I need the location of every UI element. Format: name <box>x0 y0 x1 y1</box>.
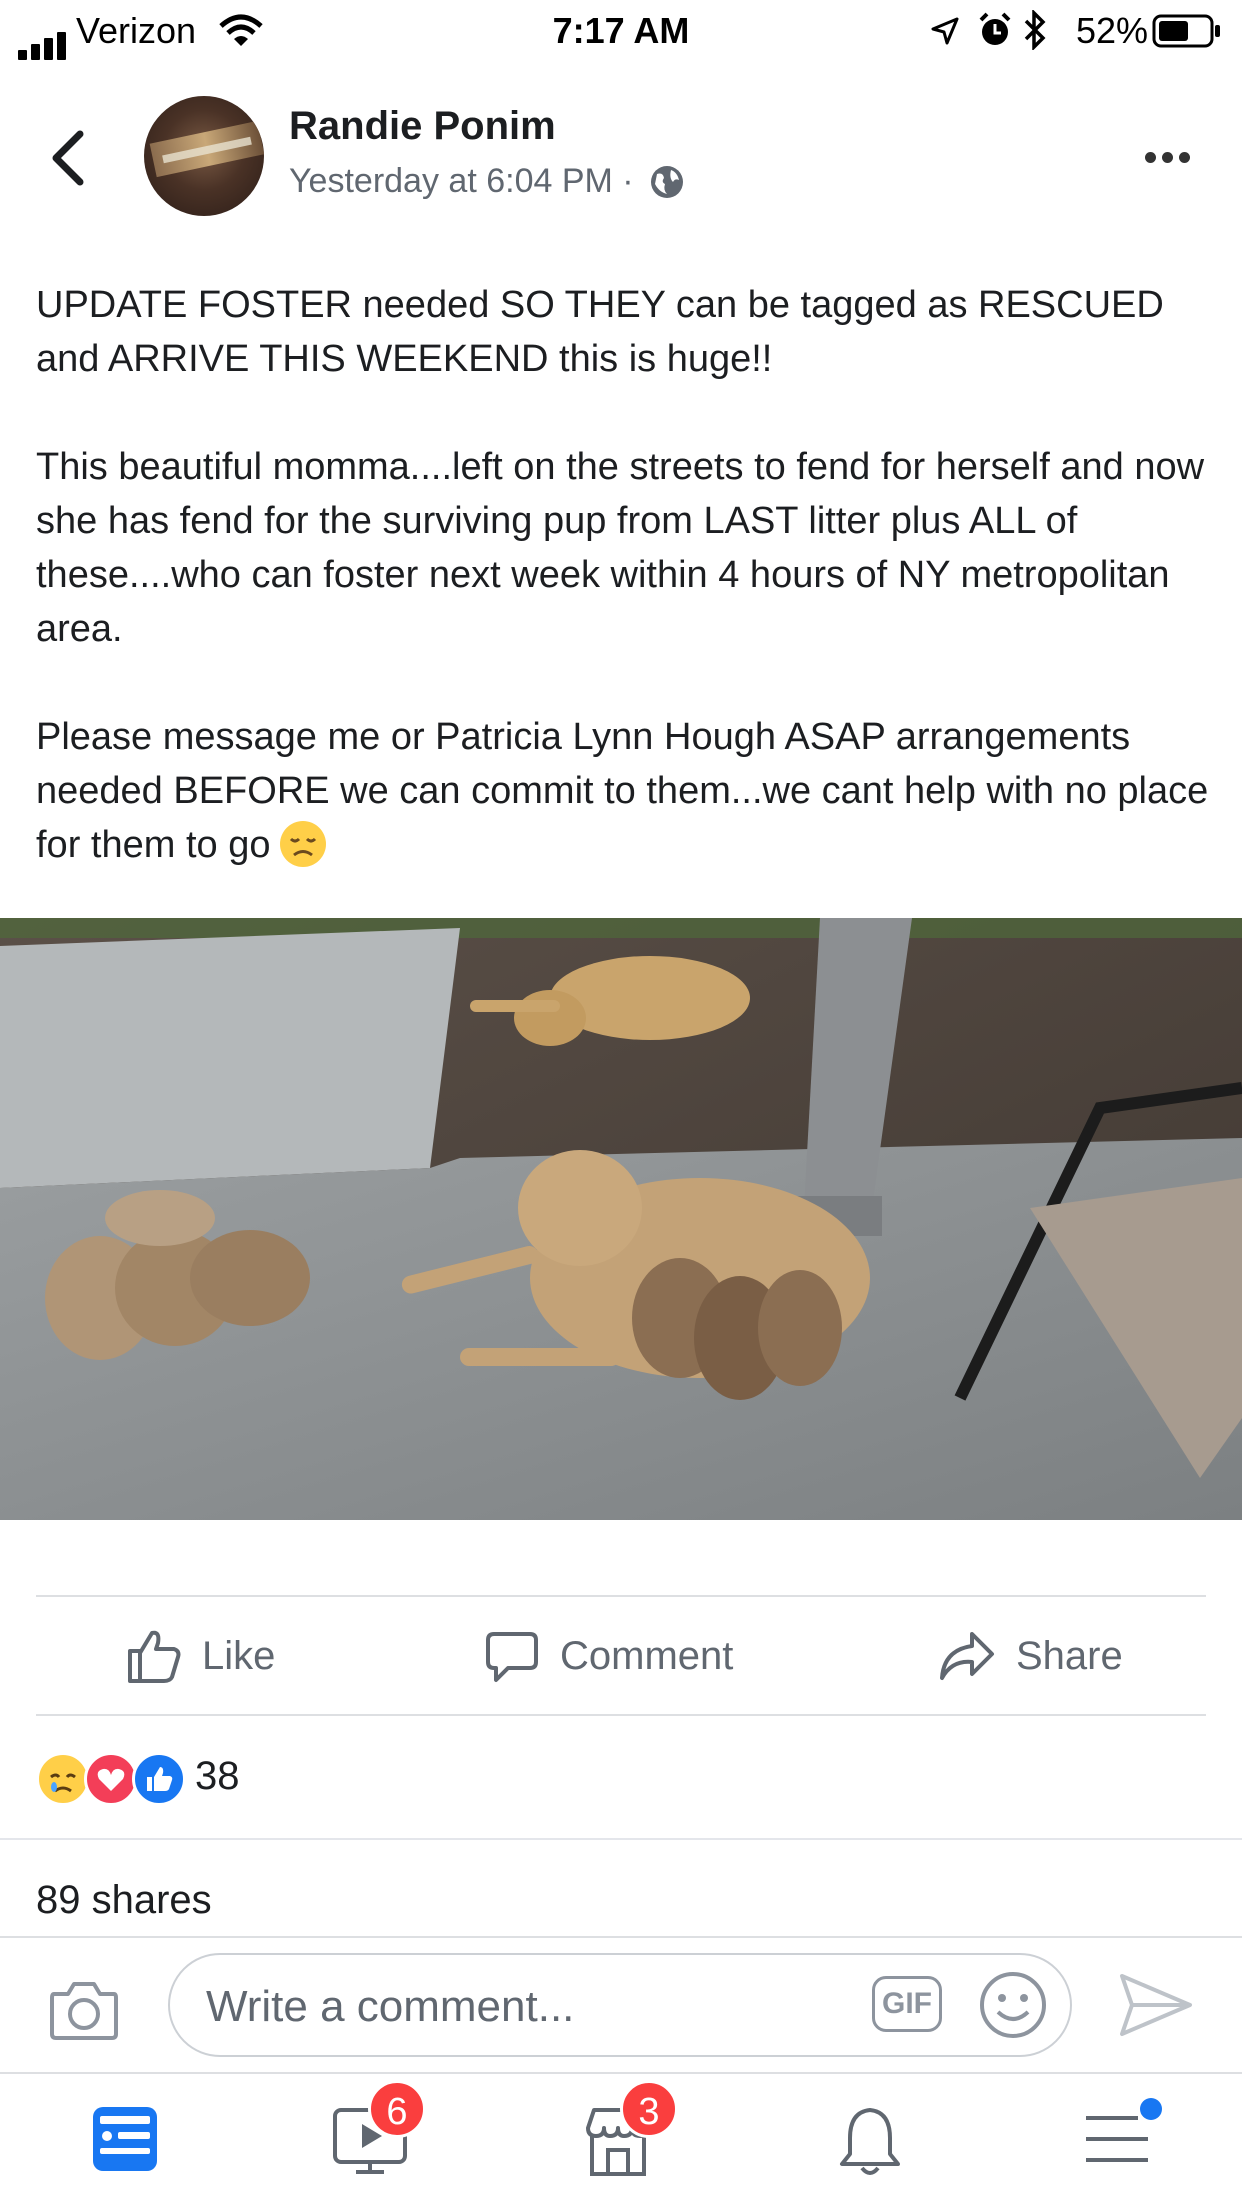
clock: 7:17 AM <box>552 10 690 51</box>
post-body: UPDATE FOSTER needed SO THEY can be tagg… <box>36 278 1216 872</box>
post-paragraph: This beautiful momma....left on the stre… <box>36 446 1205 650</box>
comment-bubble-icon <box>486 1632 538 1682</box>
share-button[interactable]: Share <box>938 1624 1123 1688</box>
author-name[interactable]: Randie Ponim <box>289 104 556 149</box>
watch-badge: 6 <box>368 2080 426 2138</box>
share-arrow-icon <box>940 1632 994 1680</box>
post-timestamp[interactable]: Yesterday at 6:04 PM · <box>289 162 685 201</box>
news-feed-icon[interactable] <box>90 2104 160 2174</box>
menu-tab[interactable] <box>1082 2098 1162 2179</box>
divider <box>0 1838 1242 1840</box>
post-paragraph: Please message me or Patricia Lynn Hough… <box>36 710 1216 872</box>
menu-notification-dot <box>1140 2098 1162 2120</box>
shares-count[interactable]: 89 shares <box>36 1878 212 1923</box>
battery-icon <box>1152 14 1220 48</box>
sad-reaction-icon <box>36 1752 90 1806</box>
love-reaction-icon <box>84 1752 138 1806</box>
post-paragraph: UPDATE FOSTER needed SO THEY can be tagg… <box>36 284 1164 380</box>
thumbs-up-icon <box>128 1630 181 1683</box>
globe-icon <box>651 166 684 198</box>
timestamp-text: Yesterday at 6:04 PM · <box>289 162 634 200</box>
divider <box>36 1714 1206 1716</box>
status-bar: Verizon 7:17 AM 52% <box>0 0 1242 62</box>
like-button[interactable]: Like <box>126 1624 275 1688</box>
like-label: Like <box>202 1633 276 1678</box>
post-paragraph-text: Please message me or Patricia Lynn Hough… <box>36 716 1209 866</box>
comment-label: Comment <box>560 1633 734 1678</box>
marketplace-tab[interactable]: 3 <box>582 2080 678 2183</box>
post-photo-image <box>0 918 1242 1520</box>
disappointed-emoji-icon <box>280 821 327 867</box>
notifications-bell-icon[interactable] <box>836 2104 904 2178</box>
divider <box>36 1595 1206 1597</box>
more-options-button[interactable] <box>1139 150 1190 168</box>
camera-icon[interactable] <box>48 1978 120 2042</box>
share-label: Share <box>1016 1633 1123 1678</box>
emoji-smiley-icon[interactable] <box>978 1970 1048 2040</box>
bluetooth-icon <box>1024 10 1046 50</box>
send-icon[interactable] <box>1118 1970 1194 2040</box>
divider <box>0 2072 1242 2074</box>
battery-percent: 52% <box>1075 10 1148 51</box>
avatar[interactable] <box>144 96 264 216</box>
gif-button[interactable]: GIF <box>872 1976 942 2032</box>
reaction-count[interactable]: 38 <box>195 1754 240 1799</box>
watch-tab[interactable]: 6 <box>332 2080 426 2183</box>
comment-button[interactable]: Comment <box>484 1624 733 1688</box>
alarm-icon <box>979 12 1011 45</box>
back-arrow-icon[interactable] <box>48 130 88 186</box>
like-reaction-icon <box>132 1752 186 1806</box>
comment-placeholder: Write a comment... <box>206 1982 575 2031</box>
location-icon <box>931 17 959 45</box>
marketplace-badge: 3 <box>620 2080 678 2138</box>
divider <box>0 1936 1242 1938</box>
post-photo[interactable] <box>0 918 1242 1520</box>
